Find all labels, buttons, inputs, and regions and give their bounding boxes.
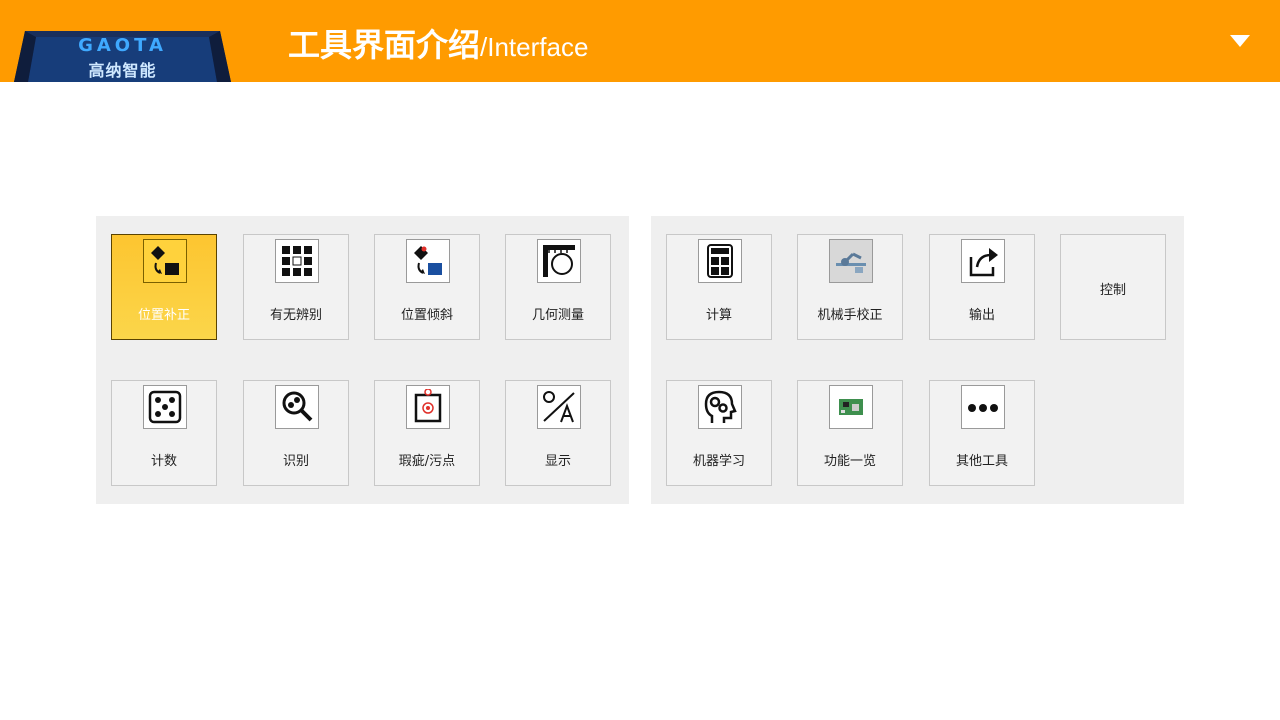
tool-position-tilt[interactable]: 位置倾斜 [374,234,480,340]
tool-label: 机械手校正 [817,308,883,323]
tool-presence-detection[interactable]: 有无辨别 [243,234,349,340]
header-bar: GAOTA 高纳智能 工具界面介绍/Interface [0,0,1280,82]
tool-label: 控制 [1099,283,1126,298]
tool-counting[interactable]: 计数 [111,380,217,486]
tool-label: 识别 [282,454,309,469]
tool-label: 瑕疵/污点 [398,454,456,469]
robot-arm-icon [829,239,873,283]
tool-robot-calibration[interactable]: 机械手校正 [797,234,903,340]
tool-control[interactable]: 控制 [1060,234,1166,340]
magnifier-icon [275,385,319,429]
dice-icon [143,385,187,429]
tool-label: 计算 [705,308,732,323]
page-title-cn: 工具界面介绍 [288,26,481,64]
position-compensation-icon [143,239,187,283]
tool-machine-learning[interactable]: 机器学习 [666,380,772,486]
tool-label: 计数 [150,454,177,469]
tool-label: 输出 [968,308,995,323]
tool-function-overview[interactable]: 功能一览 [797,380,903,486]
circuit-board-icon [829,385,873,429]
head-gears-icon [698,385,742,429]
tool-label: 功能一览 [823,454,876,469]
tool-label: 位置倾斜 [400,308,453,323]
tool-label: 显示 [544,454,571,469]
page-title-en: /Interface [480,32,589,62]
position-tilt-icon [406,239,450,283]
company-logo: GAOTA 高纳智能 [14,31,231,82]
page-title: 工具界面介绍/Interface [288,20,588,66]
tool-panel-right: 计算 机械手校正 输出 控制 机器学习 功能一览 其他工具 [651,216,1184,504]
tool-position-compensation[interactable]: 位置补正 [111,234,217,340]
tool-output[interactable]: 输出 [929,234,1035,340]
dropdown-toggle-icon[interactable] [1228,33,1252,49]
defect-target-icon [406,385,450,429]
ruler-circle-icon [537,239,581,283]
grid-dots-icon [275,239,319,283]
tool-calculation[interactable]: 计算 [666,234,772,340]
tool-label: 有无辨别 [269,308,322,323]
tool-display[interactable]: 显示 [505,380,611,486]
tool-other-tools[interactable]: 其他工具 [929,380,1035,486]
tool-geometry-measure[interactable]: 几何测量 [505,234,611,340]
tool-label: 几何测量 [531,308,584,323]
tool-label: 机器学习 [692,454,745,469]
tool-label: 位置补正 [137,308,190,323]
calculator-icon [698,239,742,283]
more-dots-icon [961,385,1005,429]
tool-panel-left: 位置补正 有无辨别 位置倾斜 几何测量 计数 识别 瑕疵/污点 显示 [96,216,629,504]
tool-defect-stain[interactable]: 瑕疵/污点 [374,380,480,486]
logo-text-cn: 高纳智能 [88,61,157,80]
tool-label: 其他工具 [955,454,1008,469]
tool-recognition[interactable]: 识别 [243,380,349,486]
share-export-icon [961,239,1005,283]
percent-text-icon [537,385,581,429]
logo-text-en: GAOTA [78,35,167,56]
